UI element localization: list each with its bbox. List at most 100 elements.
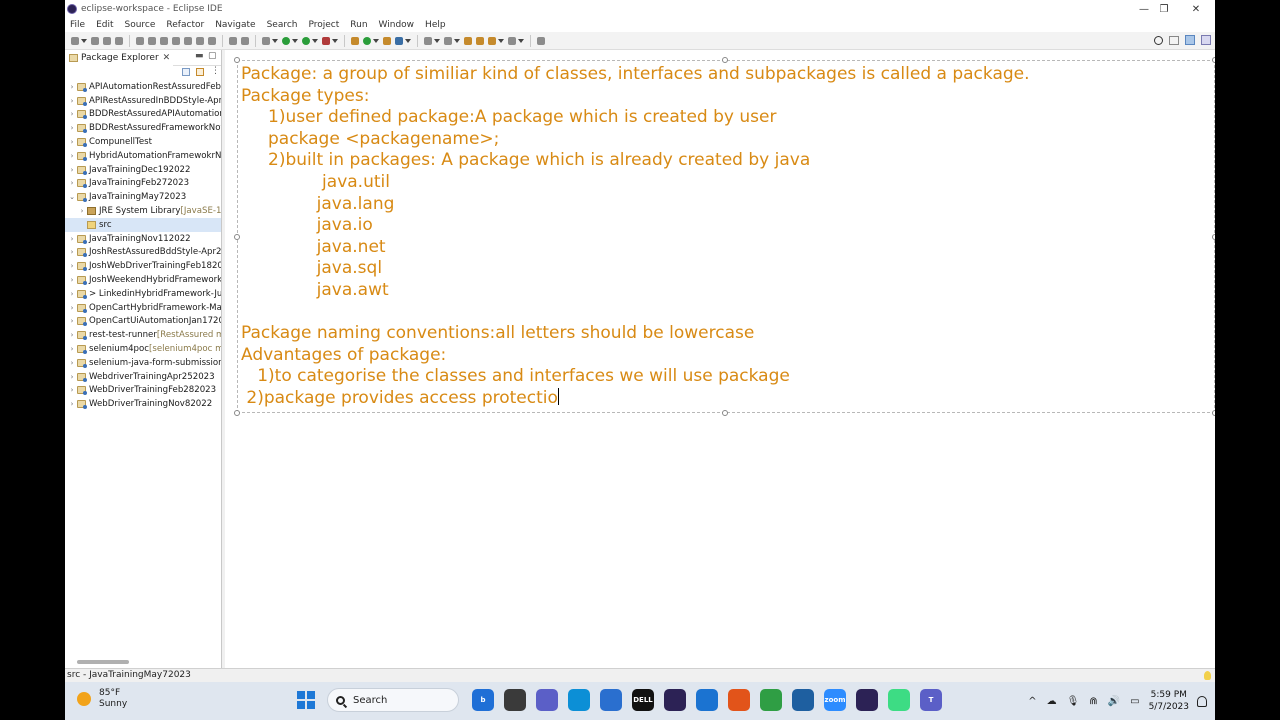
chevron-right-icon[interactable]: › <box>67 248 77 256</box>
search-toolbar-icon[interactable] <box>395 36 403 45</box>
menu-navigate[interactable]: Navigate <box>215 20 255 30</box>
chevron-right-icon[interactable]: › <box>67 179 77 187</box>
chevron-right-icon[interactable]: › <box>67 290 77 298</box>
tree-item[interactable]: › OpenCartHybridFramework-Mar2 <box>65 301 221 315</box>
tree-item[interactable]: › selenium4poc [selenium4poc ma <box>65 342 221 356</box>
quick-search-icon[interactable] <box>1154 35 1163 45</box>
collapse-all-icon[interactable] <box>182 68 190 76</box>
search-toolbar-dropdown-icon[interactable] <box>405 38 411 43</box>
volume-icon[interactable]: 🔊 <box>1108 696 1120 707</box>
chevron-right-icon[interactable]: › <box>67 331 77 339</box>
notification-bell-icon[interactable] <box>1197 695 1207 707</box>
chevron-right-icon[interactable]: › <box>67 304 77 312</box>
tree-item[interactable]: › APIRestAssuredInBDDStyle-Apr1 <box>65 94 221 108</box>
chevron-right-icon[interactable]: › <box>67 262 77 270</box>
chevron-down-icon[interactable]: ⌄ <box>67 193 77 201</box>
cloud-icon[interactable]: ☁ <box>1047 696 1057 707</box>
maximize-view-icon[interactable]: ▢ <box>208 51 217 61</box>
tree-item[interactable]: › JavaTrainingFeb272023 <box>65 177 221 191</box>
tree-item[interactable]: › > LinkedinHybridFramework-July <box>65 287 221 301</box>
notes-text[interactable]: Package: a group of similiar kind of cla… <box>241 64 1030 410</box>
chevron-right-icon[interactable]: › <box>67 138 77 146</box>
chevron-right-icon[interactable]: › <box>67 359 77 367</box>
last-edit-icon[interactable] <box>464 36 472 45</box>
vscode-icon[interactable] <box>792 689 814 711</box>
new-package-dropdown-icon[interactable] <box>373 38 379 43</box>
resize-handle[interactable] <box>722 57 728 63</box>
link-with-editor-icon[interactable] <box>196 68 204 76</box>
suspend-icon[interactable] <box>160 36 168 45</box>
menu-edit[interactable]: Edit <box>96 20 113 30</box>
tree-item[interactable]: ›selenium-java-form-submission [ <box>65 356 221 370</box>
debug-perspective-icon[interactable] <box>1201 35 1211 45</box>
resize-handle[interactable] <box>1212 410 1215 416</box>
chevron-right-icon[interactable]: › <box>67 110 77 118</box>
tree-item[interactable]: › HybridAutomationFramewokrNo <box>65 149 221 163</box>
tree-item[interactable]: › JoshWeekendHybridFrameworkA <box>65 273 221 287</box>
chevron-right-icon[interactable]: › <box>67 124 77 132</box>
debug-config-icon[interactable] <box>262 36 270 45</box>
console-icon[interactable] <box>229 36 237 45</box>
resize-handle[interactable] <box>722 410 728 416</box>
forward-dropdown-icon[interactable] <box>518 38 524 43</box>
annotation-prev-dropdown-icon[interactable] <box>454 38 460 43</box>
open-perspective-icon[interactable] <box>1169 35 1179 45</box>
view-menu-icon[interactable]: ⋮ <box>211 66 220 76</box>
skip-breakpoints-icon[interactable] <box>136 36 144 45</box>
tip-bulb-icon[interactable] <box>1204 671 1211 680</box>
close-tab-icon[interactable]: ✕ <box>163 53 171 63</box>
save-icon[interactable] <box>91 36 99 45</box>
new-java-project-icon[interactable] <box>351 36 359 45</box>
tree-item[interactable]: ⌄ JavaTrainingMay72023 <box>65 190 221 204</box>
firefox-icon[interactable] <box>728 689 750 711</box>
file-explorer-icon[interactable] <box>504 689 526 711</box>
eclipse-app-icon[interactable] <box>664 689 686 711</box>
tree-item[interactable]: › WebDriverTrainingNov82022 <box>65 397 221 411</box>
dell-icon[interactable]: DELL <box>632 689 654 711</box>
chevron-right-icon[interactable]: › <box>67 166 77 174</box>
step-over-icon[interactable] <box>196 36 204 45</box>
chevron-right-icon[interactable]: › <box>67 400 77 408</box>
menu-refactor[interactable]: Refactor <box>166 20 204 30</box>
external-tools-dropdown-icon[interactable] <box>332 38 338 43</box>
teams-icon[interactable]: T <box>920 689 942 711</box>
java-perspective-icon[interactable] <box>1185 35 1195 45</box>
annotation-next-icon[interactable] <box>424 36 432 45</box>
battery-icon[interactable]: ▭ <box>1130 696 1139 707</box>
forward-nav-icon[interactable] <box>488 36 496 45</box>
run-icon[interactable] <box>282 36 290 45</box>
clock[interactable]: 5:59 PM 5/7/2023 <box>1149 689 1189 713</box>
coverage-dropdown-icon[interactable] <box>312 38 318 43</box>
tree-item[interactable]: › JoshRestAssuredBddStyle-Apr22- <box>65 246 221 260</box>
chevron-right-icon[interactable]: › <box>67 235 77 243</box>
sticky-icon[interactable] <box>696 689 718 711</box>
menu-help[interactable]: Help <box>425 20 446 30</box>
maximize-button[interactable]: ❐ <box>1147 0 1181 18</box>
tree-item[interactable]: › rest-test-runner [RestAssured ma <box>65 328 221 342</box>
tree-item[interactable]: › APIAutomationRestAssuredFeb17 <box>65 80 221 94</box>
chevron-right-icon[interactable]: › <box>77 207 87 215</box>
step-return-icon[interactable] <box>208 36 216 45</box>
resize-handle[interactable] <box>1212 234 1215 240</box>
annotation-next-dropdown-icon[interactable] <box>434 38 440 43</box>
new-package-icon[interactable] <box>363 36 371 45</box>
tab-package-explorer[interactable]: Package Explorer ✕ <box>65 49 174 66</box>
chevron-right-icon[interactable]: › <box>67 345 77 353</box>
bing-chat-icon[interactable]: b <box>472 689 494 711</box>
chevron-right-icon[interactable]: › <box>67 317 77 325</box>
tree-item[interactable]: › OpenCartUiAutomationJan17202 <box>65 315 221 329</box>
wifi-icon[interactable]: ⋒ <box>1089 696 1097 707</box>
resize-handle[interactable] <box>234 410 240 416</box>
chevron-right-icon[interactable]: › <box>67 152 77 160</box>
tree-item[interactable]: › BDDRestAssuredFrameworkNov7 <box>65 121 221 135</box>
microphone-icon[interactable]: 🎙 <box>1067 696 1080 707</box>
eclipse-alt-icon[interactable] <box>856 689 878 711</box>
pin-editor-icon[interactable] <box>537 36 545 45</box>
resize-handle[interactable] <box>1212 57 1215 63</box>
debug-dropdown-icon[interactable] <box>272 38 278 43</box>
tree-item[interactable]: › WebdriverTrainingApr252023 <box>65 370 221 384</box>
external-tools-icon[interactable] <box>322 36 330 45</box>
taskbar-search[interactable]: Search <box>327 688 459 712</box>
chevron-right-icon[interactable]: › <box>67 386 77 394</box>
menu-project[interactable]: Project <box>308 20 339 30</box>
